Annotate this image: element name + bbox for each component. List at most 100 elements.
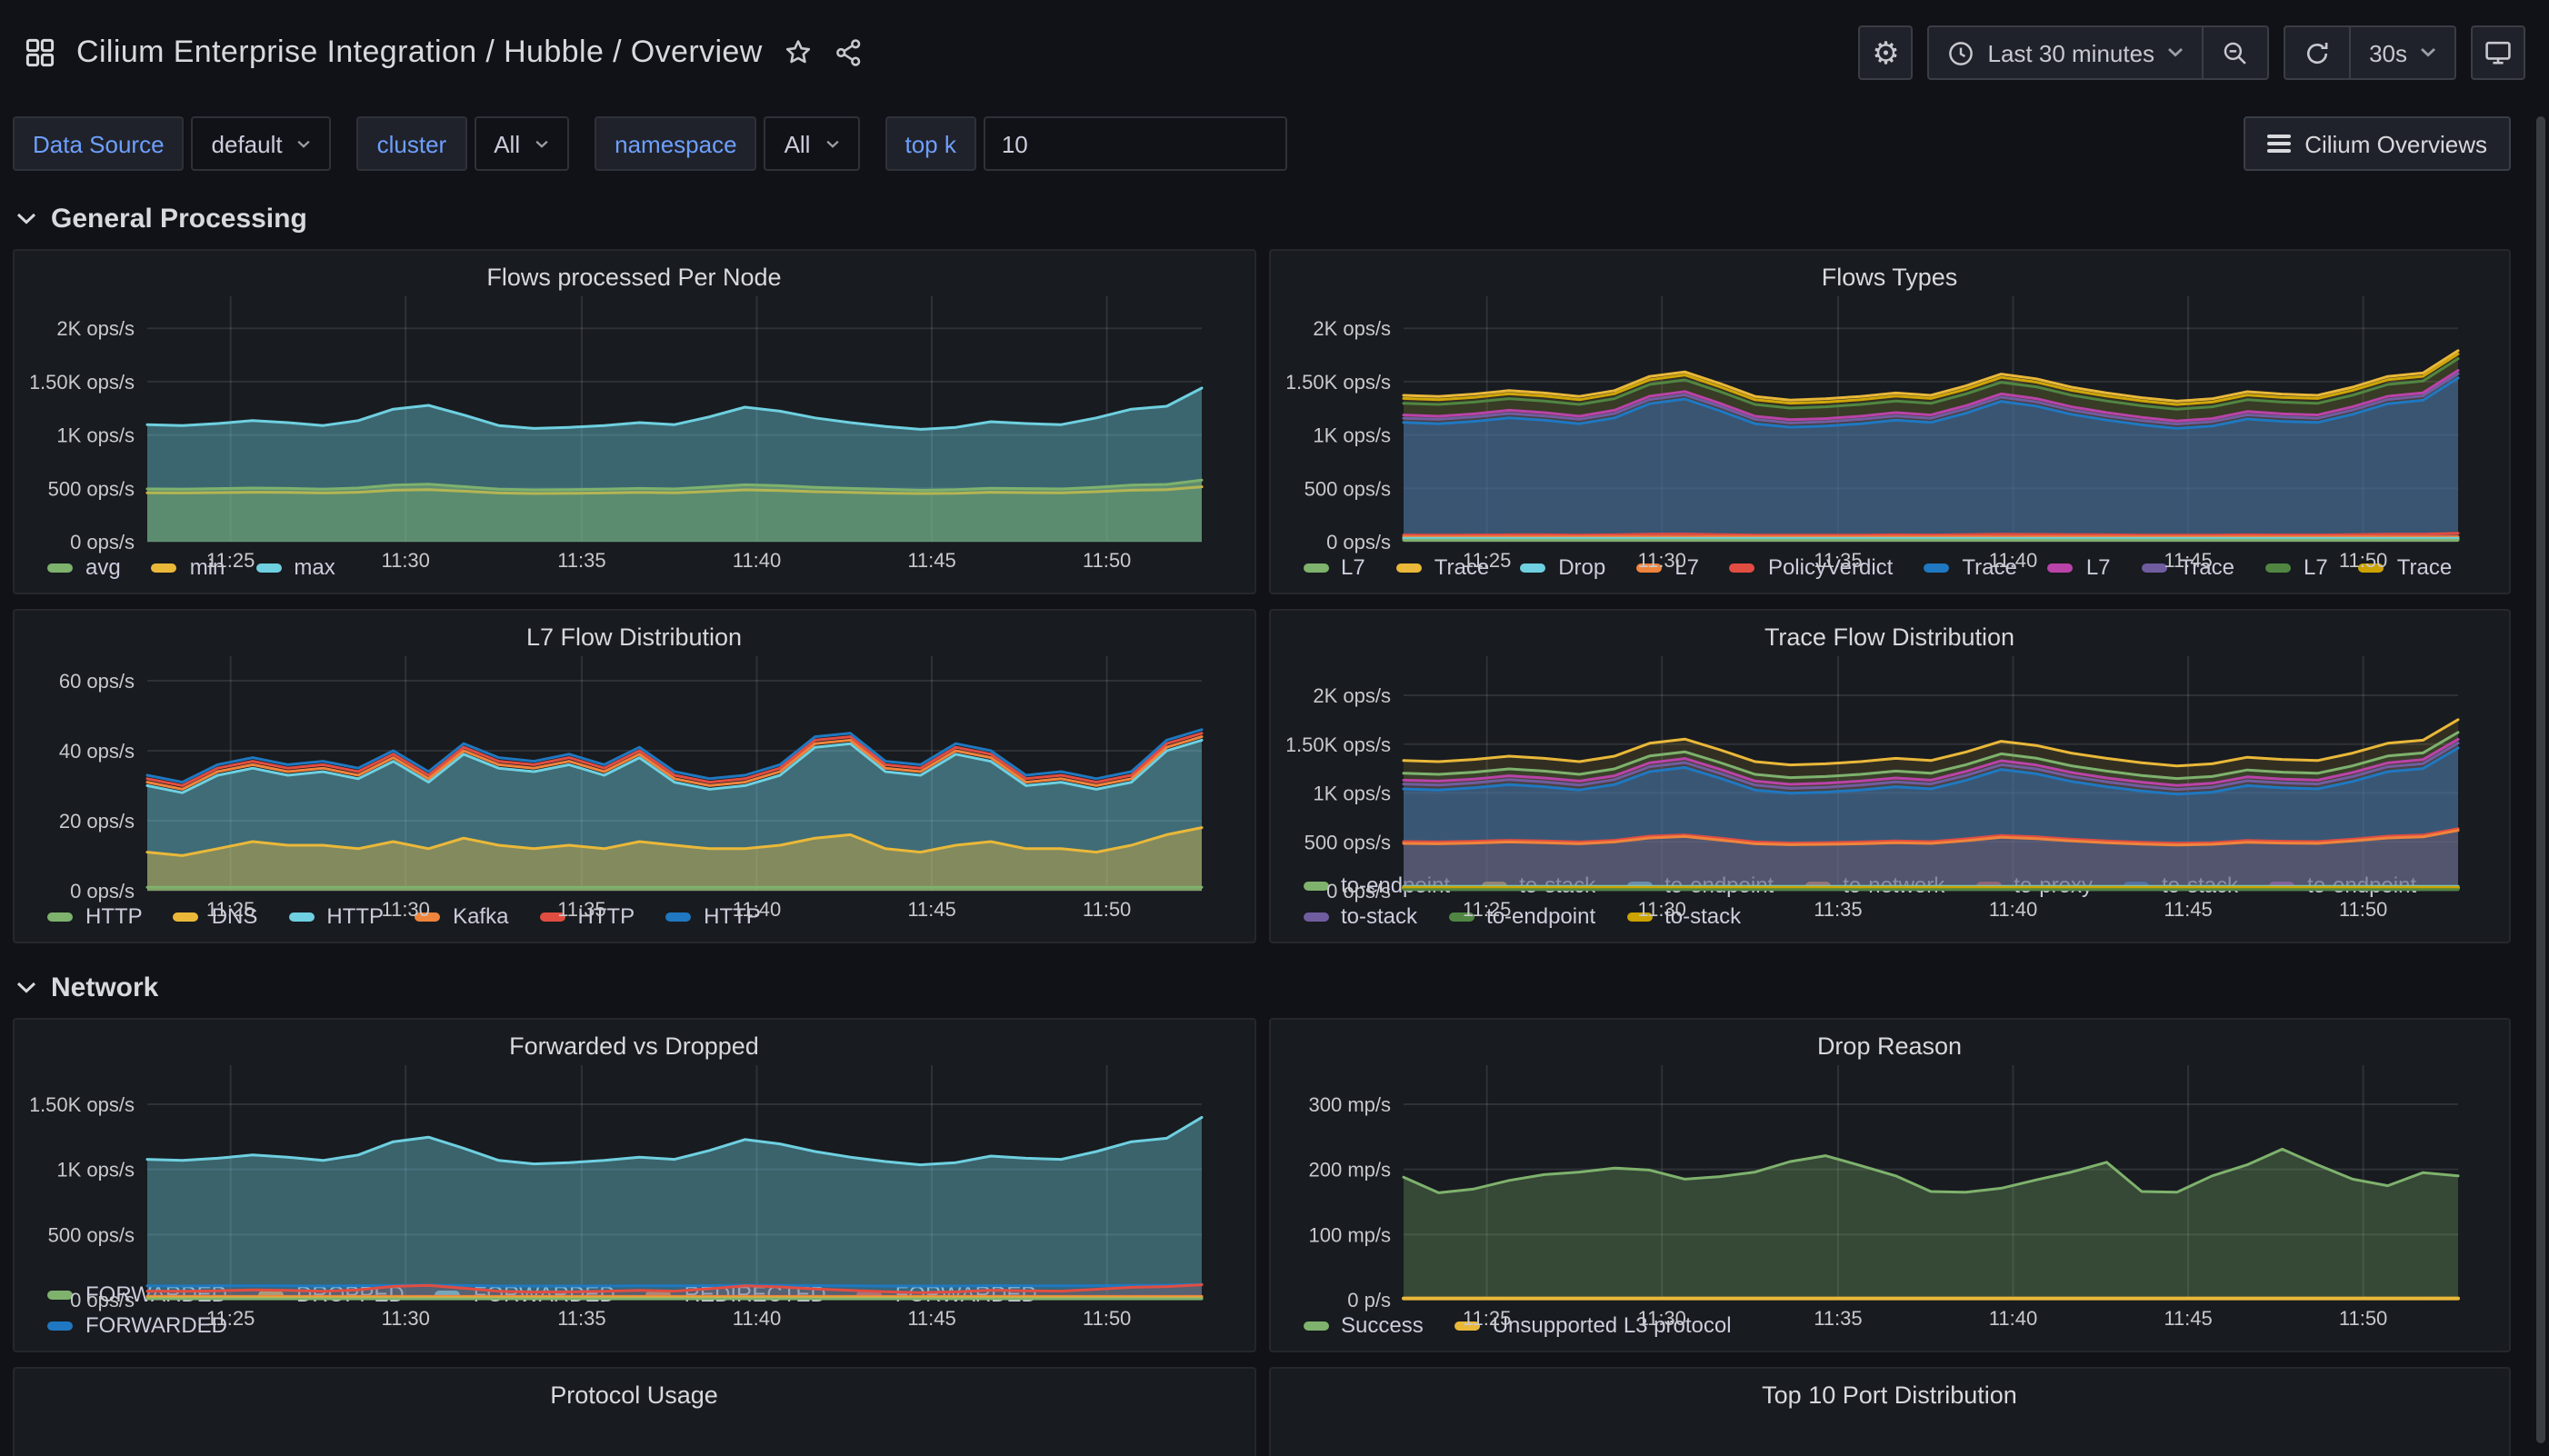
panel-forwarded-vs-dropped: Forwarded vs Dropped 11:2511:3011:3511:4… [13, 1018, 1255, 1352]
zoom-out-button[interactable] [2204, 27, 2267, 78]
svg-text:2K ops/s: 2K ops/s [56, 317, 135, 340]
svg-text:500 ops/s: 500 ops/s [1304, 831, 1390, 853]
time-range-label: Last 30 minutes [1988, 39, 2155, 66]
svg-text:11:40: 11:40 [1988, 549, 2036, 572]
time-series-plot[interactable]: 11:2511:3011:3511:4011:4511:5060 ops/s40… [31, 656, 1237, 898]
svg-text:1K ops/s: 1K ops/s [56, 424, 135, 447]
namespace-dropdown[interactable]: All [765, 116, 860, 171]
chevron-down-icon [535, 139, 549, 148]
panel-flows-types: Flows Types 11:2511:3011:3511:4011:4511:… [1268, 249, 2511, 594]
svg-text:11:35: 11:35 [1813, 1307, 1861, 1330]
svg-text:60 ops/s: 60 ops/s [59, 670, 135, 693]
svg-text:2K ops/s: 2K ops/s [1312, 684, 1390, 707]
svg-text:500 ops/s: 500 ops/s [1304, 477, 1390, 500]
svg-text:11:35: 11:35 [557, 898, 605, 921]
svg-text:11:30: 11:30 [1636, 898, 1684, 921]
share-icon[interactable] [835, 38, 865, 67]
chevron-down-icon [16, 982, 36, 994]
refresh-interval-button[interactable]: 30s [2351, 27, 2454, 78]
grafana-dashboard: Cilium Enterprise Integration / Hubble /… [0, 0, 2549, 1456]
page-title: Cilium Enterprise Integration / Hubble /… [76, 35, 763, 71]
svg-text:100 mp/s: 100 mp/s [1308, 1223, 1391, 1246]
svg-text:11:35: 11:35 [557, 1307, 605, 1330]
data-source-dropdown[interactable]: default [192, 116, 332, 171]
panel-title[interactable]: Top 10 Port Distribution [1286, 1378, 2493, 1414]
svg-text:11:40: 11:40 [733, 549, 781, 572]
monitor-icon [2484, 38, 2513, 67]
panel-protocol-usage: Protocol Usage 150% [13, 1367, 1255, 1456]
svg-text:11:25: 11:25 [1462, 549, 1510, 572]
svg-text:11:35: 11:35 [1813, 898, 1861, 921]
variable-label: Data Source [13, 116, 185, 171]
time-series-plot[interactable]: 11:2511:3011:3511:4011:4511:501.50K ops/… [31, 1065, 1237, 1276]
panel-title[interactable]: Protocol Usage [31, 1378, 1237, 1414]
time-range-button[interactable]: Last 30 minutes [1930, 27, 2203, 78]
panel-title[interactable]: Drop Reason [1286, 1029, 2493, 1065]
clock-icon [1948, 39, 1975, 66]
variable-cluster: cluster All [357, 116, 570, 171]
gear-icon: ⚙ [1872, 37, 1900, 68]
zoom-out-icon [2222, 39, 2249, 66]
svg-text:11:25: 11:25 [206, 1307, 255, 1330]
svg-text:0 ops/s: 0 ops/s [1325, 531, 1390, 553]
time-series-plot[interactable]: 11:2511:3011:3511:4011:4511:502K ops/s1.… [1286, 296, 2493, 549]
variable-label: top k [885, 116, 975, 171]
section-general-processing[interactable]: General Processing [13, 189, 2511, 249]
chevron-down-icon [2420, 47, 2436, 58]
refresh-button[interactable] [2285, 27, 2349, 78]
svg-text:11:45: 11:45 [907, 1307, 955, 1330]
svg-text:11:50: 11:50 [1083, 1307, 1131, 1330]
time-series-plot[interactable]: 11:2511:3011:3511:4011:4511:50300 mp/s20… [1286, 1065, 2493, 1307]
scrollbar-thumb[interactable] [2536, 116, 2545, 1443]
svg-text:11:45: 11:45 [2163, 898, 2211, 921]
svg-text:11:25: 11:25 [206, 898, 255, 921]
chevron-down-icon [2167, 47, 2184, 58]
section-network[interactable]: Network [13, 958, 2511, 1018]
variable-namespace: namespace All [595, 116, 859, 171]
svg-text:11:25: 11:25 [1462, 898, 1510, 921]
panel-top-10-port-distribution: Top 10 Port Distribution 1 kp/s [1268, 1367, 2511, 1456]
time-series-plot[interactable]: 11:2511:3011:3511:4011:4511:502K ops/s1.… [1286, 656, 2493, 867]
svg-text:1.50K ops/s: 1.50K ops/s [1286, 371, 1390, 394]
svg-text:11:30: 11:30 [1636, 549, 1684, 572]
svg-text:11:40: 11:40 [1988, 898, 2036, 921]
svg-text:200 mp/s: 200 mp/s [1308, 1159, 1391, 1182]
kiosk-mode-button[interactable] [2471, 25, 2525, 80]
panel-title[interactable]: Trace Flow Distribution [1286, 620, 2493, 656]
svg-text:11:50: 11:50 [2338, 1307, 2386, 1330]
time-series-plot[interactable]: 11:2511:3011:3511:4011:4511:502K ops/s1.… [31, 296, 1237, 549]
svg-text:1K ops/s: 1K ops/s [1312, 424, 1390, 447]
cluster-dropdown[interactable]: All [474, 116, 569, 171]
apps-grid-icon[interactable] [25, 38, 55, 67]
svg-text:500 ops/s: 500 ops/s [48, 477, 135, 500]
svg-text:11:40: 11:40 [1988, 1307, 2036, 1330]
panel-title[interactable]: Flows Types [1286, 260, 2493, 296]
svg-text:11:45: 11:45 [2163, 1307, 2211, 1330]
time-range-picker: Last 30 minutes [1928, 25, 2270, 80]
svg-text:1.50K ops/s: 1.50K ops/s [31, 371, 135, 394]
refresh-icon [2304, 39, 2331, 66]
panel-title[interactable]: Flows processed Per Node [31, 260, 1237, 296]
svg-text:1K ops/s: 1K ops/s [56, 1159, 135, 1182]
svg-text:500 ops/s: 500 ops/s [48, 1223, 135, 1246]
svg-text:11:40: 11:40 [733, 1307, 781, 1330]
star-icon[interactable] [785, 38, 814, 67]
panel-title[interactable]: L7 Flow Distribution [31, 620, 1237, 656]
cilium-overviews-button[interactable]: Cilium Overviews [2243, 116, 2511, 171]
top-k-input[interactable]: 10 [984, 116, 1287, 171]
svg-text:11:30: 11:30 [381, 549, 429, 572]
svg-text:11:50: 11:50 [1083, 549, 1131, 572]
chevron-down-icon [16, 213, 36, 225]
variable-label: namespace [595, 116, 756, 171]
panel-title[interactable]: Forwarded vs Dropped [31, 1029, 1237, 1065]
panel-trace-flow-distribution: Trace Flow Distribution 11:2511:3011:351… [1268, 609, 2511, 943]
svg-text:11:30: 11:30 [1636, 1307, 1684, 1330]
dashboard-body: General Processing Flows processed Per N… [0, 189, 2549, 1456]
svg-text:1.50K ops/s: 1.50K ops/s [1286, 733, 1390, 756]
svg-text:0 ops/s: 0 ops/s [70, 1289, 135, 1311]
dashboard-settings-button[interactable]: ⚙ [1859, 25, 1914, 80]
refresh-interval-label: 30s [2369, 39, 2407, 66]
svg-text:11:45: 11:45 [2163, 549, 2211, 572]
svg-text:0 p/s: 0 p/s [1346, 1289, 1390, 1311]
chevron-down-icon [297, 139, 312, 148]
